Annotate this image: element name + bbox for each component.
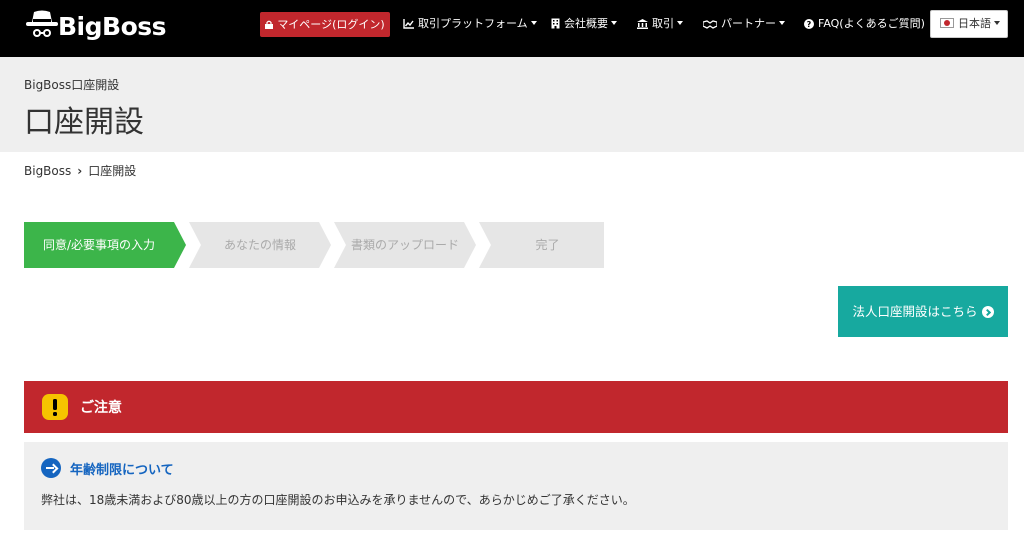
language-selector[interactable]: 日本語	[930, 10, 1008, 38]
nav-faq-label: FAQ(よくあるご質問)	[818, 17, 925, 30]
gangster-hat-icon	[26, 10, 58, 37]
nav-faq[interactable]: ? FAQ(よくあるご質問)	[804, 16, 925, 32]
nav-trade[interactable]: 取引	[637, 16, 683, 32]
nav-platform[interactable]: 取引プラットフォーム	[403, 16, 537, 32]
page-title: 口座開設	[24, 105, 144, 140]
step-label: 完了	[535, 238, 560, 252]
question-circle-icon: ?	[804, 19, 814, 29]
building-icon	[551, 18, 560, 29]
warning-icon	[42, 394, 68, 420]
step-complete: 完了	[479, 222, 604, 268]
step-arrow	[319, 222, 331, 268]
arrow-circle-right-icon	[981, 306, 994, 318]
nav-partner[interactable]: パートナー	[703, 16, 785, 32]
step-agreement: 同意/必要事項の入力	[24, 222, 174, 268]
arrow-circle-right-icon	[41, 458, 61, 478]
step-label: 書類のアップロード	[350, 238, 459, 252]
nav-company[interactable]: 会社概要	[551, 16, 617, 32]
nav-platform-label: 取引プラットフォーム	[418, 17, 528, 30]
bank-icon	[637, 19, 648, 29]
svg-text:?: ?	[807, 20, 812, 29]
mypage-label: マイページ(ログイン)	[277, 18, 385, 31]
step-arrow	[464, 222, 476, 268]
page-header: BigBoss口座開設 口座開設	[0, 57, 1024, 152]
age-restriction-notice: 年齢制限について 弊社は、18歳未満および80歳以上の方の口座開設のお申込みを承…	[24, 442, 1008, 530]
step-label: あなたの情報	[223, 238, 296, 252]
nav-trade-label: 取引	[652, 17, 674, 30]
chevron-down-icon	[530, 21, 537, 25]
step-label: 同意/必要事項の入力	[42, 238, 156, 252]
logo-wordmark: BigBoss	[58, 12, 167, 41]
chart-icon	[403, 19, 414, 29]
step-upload: 書類のアップロード	[334, 222, 464, 268]
step-arrow	[174, 222, 186, 268]
chevron-down-icon	[611, 21, 617, 25]
nav-partner-label: パートナー	[721, 17, 776, 30]
page-subtitle: BigBoss口座開設	[24, 78, 120, 92]
notice-title: ご注意	[80, 400, 122, 416]
nav-company-label: 会社概要	[564, 17, 608, 30]
chevron-right-icon: ›	[77, 164, 83, 178]
breadcrumb-current: 口座開設	[88, 164, 137, 178]
age-restriction-text: 弊社は、18歳未満および80歳以上の方の口座開設のお申込みを承りませんので、あら…	[41, 493, 635, 507]
mypage-login-button[interactable]: マイページ(ログイン)	[260, 12, 390, 37]
breadcrumb-home[interactable]: BigBoss	[24, 164, 71, 178]
handshake-icon	[703, 20, 717, 29]
bigboss-logo[interactable]: BigBoss	[24, 8, 184, 42]
step-arrow	[189, 222, 201, 268]
notice-header: ご注意	[24, 381, 1008, 433]
corporate-account-button[interactable]: 法人口座開設はこちら	[838, 286, 1008, 337]
language-label: 日本語	[958, 17, 991, 30]
progress-steps: 同意/必要事項の入力 あなたの情報 書類のアップロード 完了	[24, 222, 604, 268]
age-restriction-title: 年齢制限について	[70, 463, 174, 478]
corporate-account-label: 法人口座開設はこちら	[852, 304, 978, 319]
top-navbar: BigBoss マイページ(ログイン) 取引プラットフォーム 会社概要 取引 パ…	[0, 0, 1024, 57]
lock-icon	[265, 20, 274, 29]
step-your-info: あなたの情報	[189, 222, 319, 268]
chevron-down-icon	[779, 21, 785, 25]
chevron-down-icon	[677, 21, 683, 25]
chevron-down-icon	[994, 21, 1000, 25]
breadcrumb: BigBoss › 口座開設	[24, 162, 136, 179]
japan-flag-icon	[940, 18, 954, 28]
step-arrow	[479, 222, 491, 268]
step-arrow	[334, 222, 346, 268]
